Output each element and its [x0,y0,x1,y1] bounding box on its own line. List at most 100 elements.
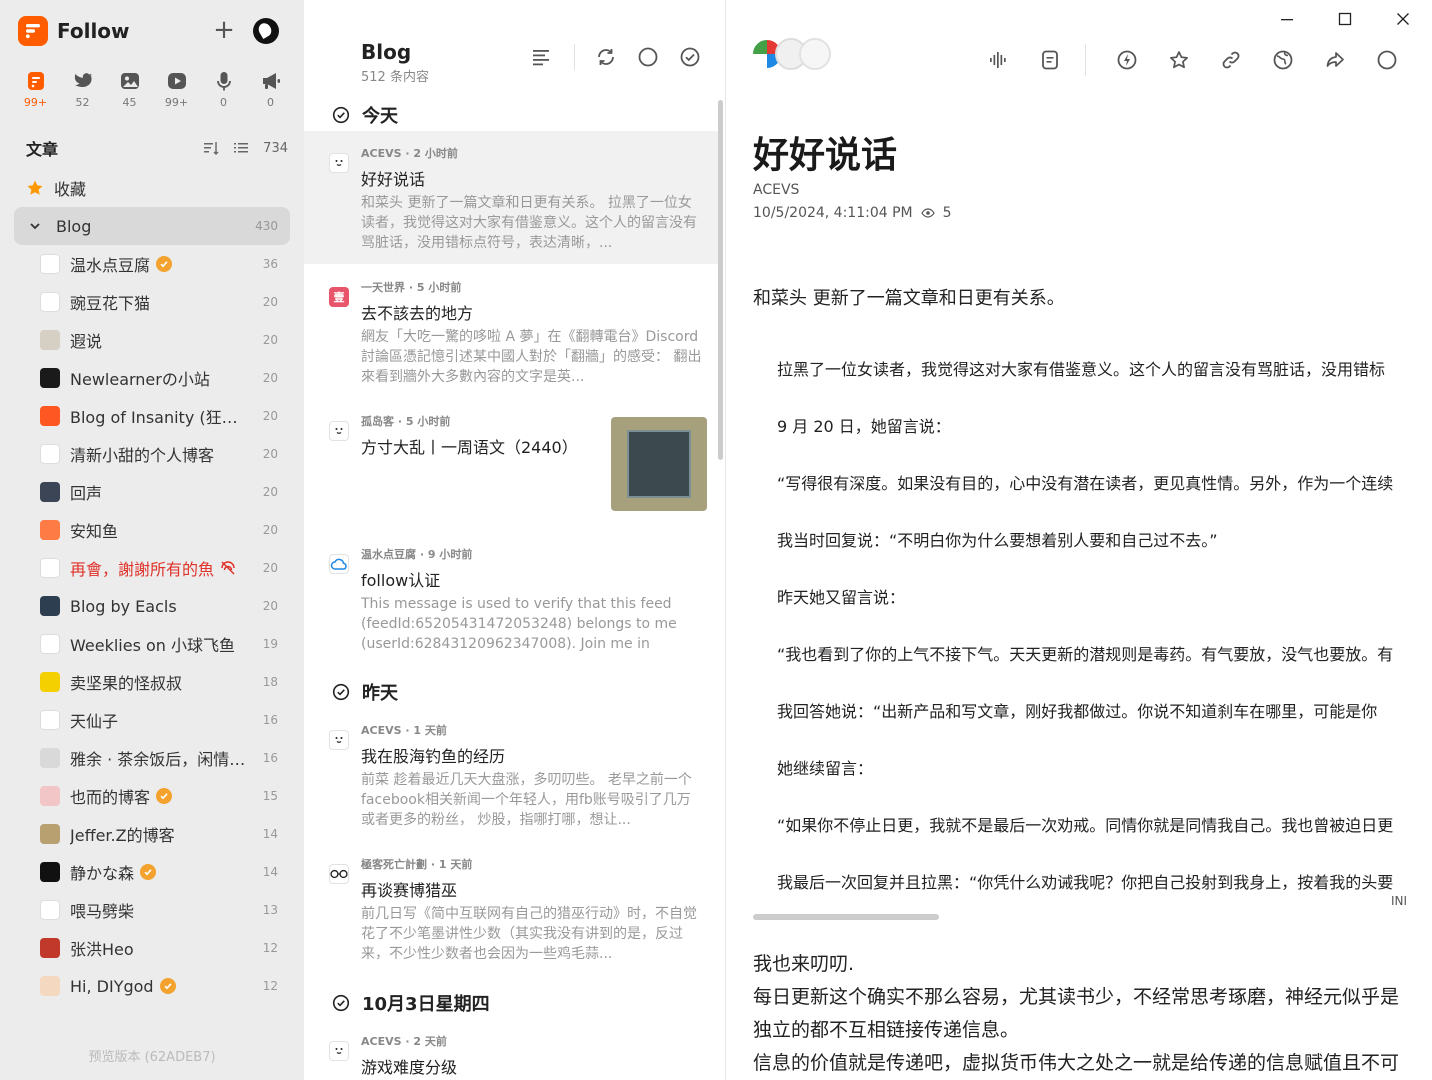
entry-meta: ACEVS · 2 小时前 [361,147,458,160]
day-group-header[interactable]: 昨天 [332,679,398,705]
feed-item[interactable]: 再會，謝謝所有的魚 20 [40,549,290,587]
entry-item[interactable]: 壹 一天世界 · 5 小时前 去不該去的地方 網友「大吃一驚的哆啦 A 夢」在《翻轉電… [304,265,718,398]
feed-item[interactable]: Blog of Insanity (狂人小站) 20 [40,397,290,435]
feed-name: Jeffer.Z的博客 [70,826,175,845]
folder-blog[interactable]: Blog 430 [14,207,290,245]
code-line: 我最后一次回复并且拉黑：“你凭什么劝诫我呢？你把自己投射到我身上，按着我的头要 [777,873,1394,892]
feed-item[interactable]: 安知鱼 20 [40,511,290,549]
window-controls [1258,8,1432,30]
feed-item[interactable]: 静かな森 14 [40,853,290,891]
view-articles[interactable]: 99+ [12,70,59,109]
day-group-header[interactable]: 10月3日星期四 [332,990,490,1016]
eye-icon [920,208,935,218]
view-notifications[interactable]: 0 [247,70,294,109]
feed-item[interactable]: 雅余 · 茶余饭后，闲情雅余 16 [40,739,290,777]
lightning-icon[interactable] [1116,49,1138,71]
share-icon[interactable] [1324,49,1346,71]
entry-item[interactable]: 温水点豆腐 · 9 小时前 follow认证 This message is use… [304,532,718,665]
blogger-icon [40,406,60,426]
audio-wave-icon[interactable] [987,49,1009,71]
day-group-header[interactable]: 今天 [332,102,398,128]
fish-icon [40,520,60,540]
feed-item[interactable]: 张洪Heo 12 [40,929,290,967]
feed-item[interactable]: Jeffer.Z的博客 14 [40,815,290,853]
article-paragraph: 独立的都不互相链接传递信息。 [753,1019,1020,1041]
feed-item[interactable]: Weeklies on 小球飞鱼 19 [40,625,290,663]
feed-item[interactable]: 遐说 20 [40,321,290,359]
feed-name: 豌豆花下猫 [70,294,151,313]
feed-count: 18 [262,675,278,689]
check-circle-icon[interactable] [332,683,350,701]
list-toolbar [530,44,701,70]
feed-item[interactable]: 天仙子 16 [40,701,290,739]
chevron-down-icon[interactable] [28,219,42,233]
menu-lines-icon[interactable] [530,46,552,68]
entry-item[interactable]: ACEVS · 1 天前 我在股海钓鱼的经历 前菜 趁着最近几天大盘涨，多叨叨些。 … [304,708,718,841]
view-count: 99+ [23,96,48,109]
section-title: 文章 [26,140,59,159]
code-line: “我也看到了你的上气不接下气。天天更新的潜规则是毒药。有气要放，没气也要放。有 [777,645,1394,664]
portrait-icon [40,824,60,844]
maximize-button[interactable] [1316,8,1374,30]
feed-item[interactable]: Blog by Eacls 20 [40,587,290,625]
feed-item[interactable]: 温水点豆腐 36 [40,245,290,283]
check-circle-icon[interactable] [332,994,350,1012]
summary-icon[interactable] [1039,49,1061,71]
code-scrollbar[interactable] [753,914,939,920]
brand[interactable]: Follow [18,16,130,46]
code-block[interactable]: 我最后一次回复并且拉黑：“你凭什么劝诫我呢？你把自己投射到我身上，按着我的头要 “… [753,340,1407,920]
user-avatar[interactable] [253,18,279,44]
entry-item[interactable]: ACEVS · 2 天前 游戏难度分级 [304,1019,718,1080]
echo-icon [40,482,60,502]
favorites-item[interactable]: 收藏 [26,176,86,200]
feed-item[interactable]: Newlearnerの小站 20 [40,359,290,397]
code-line: 我回答她说：“出新产品和写文章，刚好我都做过。你说不知道刹车在哪里，可能是你 [777,702,1378,721]
entry-item[interactable]: 極客死亡計劃 · 1 天前 再谈赛博猎巫 前几日写《简中互联网有自己的猎巫行动》时，… [304,842,718,975]
entry-item[interactable]: 孤岛客 · 5 小时前 方寸大乱丨一周语文（2440） [304,399,718,532]
view-pictures[interactable]: 45 [106,70,153,109]
feed-item[interactable]: Hi, DIYgod 12 [40,967,290,1005]
minimize-button[interactable] [1258,8,1316,30]
feed-count: 20 [262,295,278,309]
section-tools: 734 [203,140,288,156]
view-audio[interactable]: 0 [200,70,247,109]
feed-name: 回声 [70,484,103,503]
list-title: Blog [361,40,412,64]
feed-item[interactable]: 清新小甜的个人博客 20 [40,435,290,473]
view-videos[interactable]: 99+ [153,70,200,109]
mark-all-read-icon[interactable] [679,46,701,68]
feed-item[interactable]: 喂马劈柴 13 [40,891,290,929]
star-icon [27,180,43,195]
view-social[interactable]: 52 [59,70,106,109]
reader-avatars[interactable] [751,38,831,70]
more-circle-icon[interactable] [1376,49,1398,71]
feed-item[interactable]: 也而的博客 15 [40,777,290,815]
a-logo-icon [40,292,60,312]
list-view-icon[interactable] [233,140,249,156]
entry-item[interactable]: ACEVS · 2 小时前 好好说话 和菜头 更新了一篇文章和日更有关系。 拉黑了一… [304,131,718,264]
feed-item[interactable]: 卖坚果的怪叔叔 18 [40,663,290,701]
star-outline-icon[interactable] [1168,49,1190,71]
check-circle-icon[interactable] [332,106,350,124]
add-subscription-button[interactable]: + [210,14,238,46]
link-icon[interactable] [1220,49,1242,71]
feed-count: 36 [262,257,278,271]
sort-icon[interactable] [203,140,219,156]
list-scrollbar[interactable] [718,100,723,460]
entry-title: follow认证 [361,571,441,590]
toolbar-divider [574,44,575,70]
refresh-icon[interactable] [595,46,617,68]
entry-description: 和菜头 更新了一篇文章和日更有关系。 拉黑了一位女读者，我觉得这对大家有借鉴意义… [361,195,697,251]
feed-item[interactable]: 豌豆花下猫 20 [40,283,290,321]
feed-count: 20 [262,409,278,423]
globe-icon[interactable] [1272,49,1294,71]
feed-count: 16 [262,751,278,765]
article-author[interactable]: ACEVS [753,182,799,198]
close-button[interactable] [1374,8,1432,30]
unread-filter-icon[interactable] [637,46,659,68]
feed-item[interactable]: 回声 20 [40,473,290,511]
verified-badge-icon [159,978,176,994]
entry-icon-text: 壹 [333,291,345,304]
feed-count: 19 [262,637,278,651]
verified-badge-icon [156,788,173,804]
